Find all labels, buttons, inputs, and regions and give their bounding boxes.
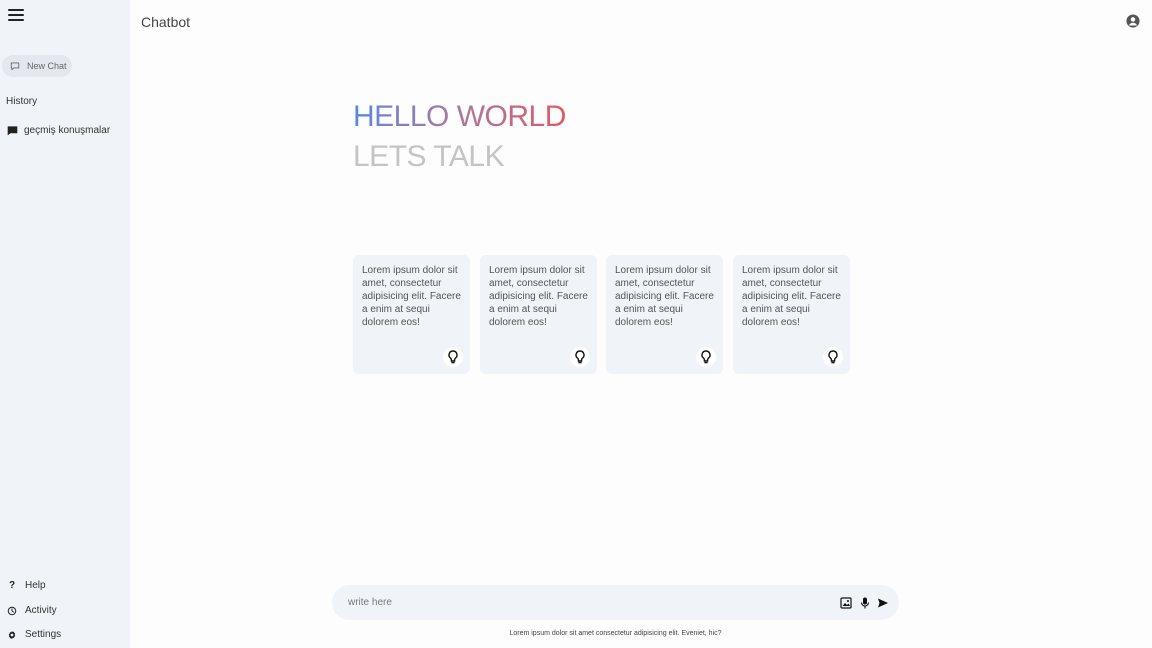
microphone-icon[interactable]: [859, 596, 871, 609]
suggestion-card[interactable]: Lorem ipsum dolor sit amet, consectetur …: [480, 255, 597, 374]
prompt-input[interactable]: [348, 585, 818, 620]
app-title: Chatbot: [141, 14, 191, 30]
send-icon[interactable]: [877, 596, 889, 608]
footer-note: Lorem ipsum dolor sit amet consectetur a…: [509, 630, 722, 637]
suggestion-text: Lorem ipsum dolor sit amet, consectetur …: [615, 265, 714, 328]
image-upload-icon[interactable]: [840, 596, 852, 609]
lightbulb-icon: [696, 347, 716, 367]
history-icon: [7, 606, 17, 615]
sidebar: New Chat History geçmiş konuşmalar ? Hel…: [0, 0, 130, 648]
history-item[interactable]: geçmiş konuşmalar: [7, 125, 110, 136]
new-chat-label: New Chat: [27, 61, 67, 71]
chat-plus-icon: [10, 62, 20, 71]
sidebar-item-activity[interactable]: Activity: [7, 605, 57, 616]
history-title: History: [6, 96, 38, 107]
suggestion-card[interactable]: Lorem ipsum dolor sit amet, consectetur …: [733, 255, 850, 374]
suggestion-card[interactable]: Lorem ipsum dolor sit amet, consectetur …: [353, 255, 470, 374]
sidebar-item-label: Help: [25, 580, 46, 591]
gear-icon: [8, 630, 16, 639]
sidebar-item-settings[interactable]: Settings: [7, 629, 61, 640]
suggestion-card[interactable]: Lorem ipsum dolor sit amet, consectetur …: [606, 255, 723, 374]
question-icon: ?: [8, 580, 16, 591]
sidebar-item-label: Settings: [25, 629, 62, 640]
history-item-label: geçmiş konuşmalar: [24, 125, 111, 136]
user-avatar-icon[interactable]: [1126, 14, 1140, 28]
suggestion-text: Lorem ipsum dolor sit amet, consectetur …: [742, 265, 841, 328]
greeting-title: HELLO WORLD: [353, 100, 566, 133]
message-icon: [7, 126, 18, 136]
suggestion-text: Lorem ipsum dolor sit amet, consectetur …: [489, 265, 588, 328]
sidebar-item-help[interactable]: ? Help: [7, 580, 46, 591]
suggestion-text: Lorem ipsum dolor sit amet, consectetur …: [362, 265, 461, 328]
hamburger-menu-icon[interactable]: [8, 8, 24, 22]
new-chat-button[interactable]: New Chat: [2, 55, 72, 77]
greeting-subtitle: LETS TALK: [353, 140, 505, 173]
lightbulb-icon: [570, 347, 590, 367]
lightbulb-icon: [823, 347, 843, 367]
sidebar-item-label: Activity: [25, 605, 57, 616]
lightbulb-icon: [443, 347, 463, 367]
prompt-bar: [332, 585, 899, 620]
